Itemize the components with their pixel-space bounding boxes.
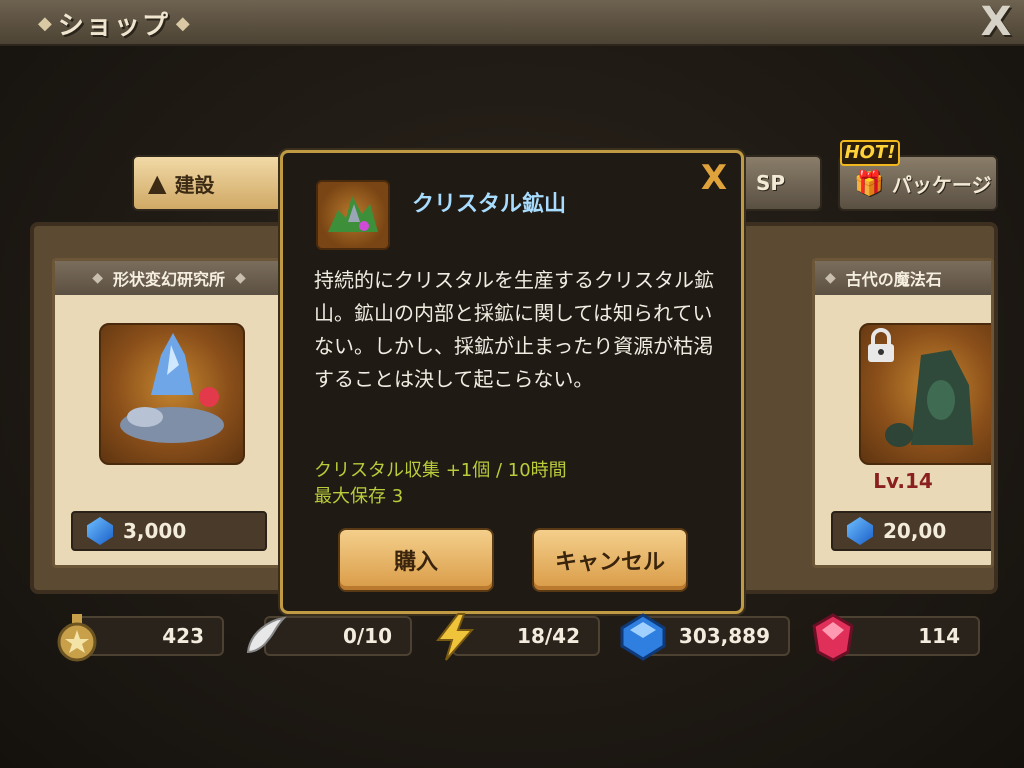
resource-value: 423 bbox=[162, 624, 204, 648]
item-description: 持続的にクリスタルを生産するクリスタル鉱山。鉱山の内部と採鉱に関しては知られてい… bbox=[314, 268, 714, 391]
card-price: 20,00 bbox=[831, 511, 991, 551]
lightning-icon bbox=[435, 613, 475, 661]
card-title: 形状変幻研究所 bbox=[112, 270, 225, 289]
buy-button[interactable]: 購入 bbox=[338, 528, 494, 592]
resource-value: 303,889 bbox=[678, 624, 770, 648]
gift-icon: 🎁 bbox=[854, 169, 884, 197]
tab-label: SP bbox=[756, 171, 786, 195]
page-title: ショップ bbox=[57, 10, 170, 41]
tab-build[interactable]: ▲ 建設 bbox=[132, 155, 286, 211]
card-title: 古代の魔法石 bbox=[845, 270, 942, 289]
red-gem-icon bbox=[812, 613, 854, 662]
tab-label: 建設 bbox=[174, 172, 215, 197]
shop-card-ancient-stone[interactable]: ◆ 古代の魔法石 Lv.14 20,00 bbox=[812, 258, 994, 568]
card-price: 3,000 bbox=[71, 511, 267, 551]
blue-gem-icon bbox=[87, 517, 113, 545]
resource-value: 114 bbox=[918, 624, 960, 648]
card-header: ◆ 形状変幻研究所 ◆ bbox=[55, 261, 283, 295]
diamond-icon: ◆ bbox=[92, 270, 103, 286]
diamond-icon: ◆ bbox=[38, 12, 52, 34]
diamond-icon: ◆ bbox=[235, 270, 246, 286]
wing-icon bbox=[246, 616, 287, 654]
close-shop-button[interactable]: X bbox=[976, 2, 1016, 42]
level-label: Lv.14 bbox=[873, 469, 933, 493]
blue-gem-icon bbox=[620, 613, 666, 661]
shop-card-shape-lab[interactable]: ◆ 形状変幻研究所 ◆ 3,000 bbox=[52, 258, 286, 568]
medal-icon bbox=[57, 614, 97, 662]
lock-icon bbox=[868, 328, 894, 362]
title-bar: ◆ ショップ ◆ X bbox=[0, 0, 1024, 46]
hot-badge: HOT! bbox=[840, 140, 900, 166]
price-value: 20,00 bbox=[883, 519, 947, 543]
build-icon: ▲ bbox=[148, 169, 167, 197]
diamond-icon: ◆ bbox=[175, 12, 190, 34]
shape-lab-image bbox=[99, 323, 245, 465]
card-header: ◆ 古代の魔法石 bbox=[815, 261, 991, 295]
price-value: 3,000 bbox=[123, 519, 187, 543]
tab-sp[interactable]: SP bbox=[740, 155, 822, 211]
blue-gem-icon bbox=[847, 517, 873, 545]
item-name: クリスタル鉱山 bbox=[412, 192, 567, 217]
tab-label: パッケージ bbox=[891, 172, 992, 197]
resource-value: 18/42 bbox=[517, 624, 580, 648]
title-wrap: ◆ ショップ ◆ bbox=[38, 6, 190, 41]
resource-value: 0/10 bbox=[342, 624, 392, 648]
cancel-button[interactable]: キャンセル bbox=[532, 528, 688, 592]
stat-collect: クリスタル収集 +1個 / 10時間 bbox=[314, 460, 567, 481]
diamond-icon: ◆ bbox=[825, 270, 836, 286]
stat-max-storage: 最大保存 3 bbox=[314, 486, 404, 507]
crystal-mine-thumbnail bbox=[316, 180, 390, 250]
